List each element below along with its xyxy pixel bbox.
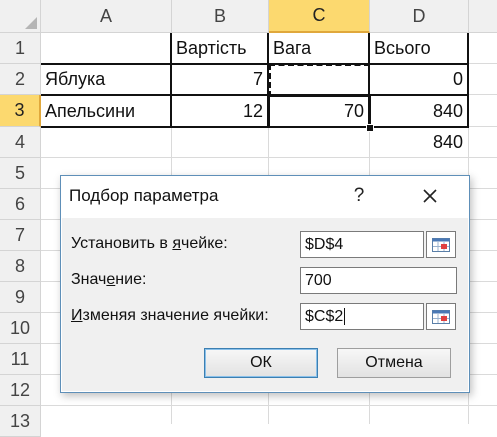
cell-b2[interactable]: 7 (172, 65, 267, 94)
column-header-a[interactable]: A (41, 0, 172, 33)
cell-d4[interactable]: 840 (370, 127, 467, 157)
ok-button[interactable]: ОК (204, 348, 318, 378)
set-cell-label-text: Установить в (71, 235, 173, 252)
cell-d3[interactable]: 840 (370, 96, 467, 126)
value-label: Значение: (71, 271, 146, 289)
row-header-3[interactable]: 3 (0, 95, 41, 127)
set-cell-input[interactable]: $D$4 (300, 231, 424, 258)
collapse-dialog-icon (432, 237, 450, 252)
cell-b1[interactable]: Вартість (172, 34, 268, 63)
cancel-button[interactable]: Отмена (337, 348, 451, 378)
gridline (41, 405, 497, 406)
value-label-hotkey: е (106, 271, 116, 288)
column-header-d[interactable]: D (370, 0, 469, 33)
row-header-13[interactable]: 13 (0, 406, 41, 437)
set-cell-label: Установить в ячейке: (71, 235, 228, 253)
cell-d2[interactable]: 0 (370, 65, 467, 94)
active-cell-border (268, 95, 371, 128)
row-header-7[interactable]: 7 (0, 220, 41, 251)
copy-marquee (269, 64, 370, 97)
set-cell-ref-button[interactable] (426, 231, 456, 258)
value-label-text-end: ние: (115, 271, 147, 288)
changing-cell-label-text-end: зменяя значение ячейки: (82, 307, 269, 324)
goal-seek-dialog: Подбор параметра ? Установить в ячейке: … (60, 175, 470, 393)
value-input[interactable]: 700 (300, 267, 457, 294)
column-header-b[interactable]: B (172, 0, 269, 33)
changing-cell-ref-button[interactable] (426, 303, 456, 330)
row-header-6[interactable]: 6 (0, 189, 41, 220)
changing-cell-label: Изменяя значение ячейки: (71, 307, 269, 325)
column-header-c[interactable]: C (269, 0, 370, 33)
changing-cell-value: $C$2 (305, 307, 344, 325)
text-caret (344, 308, 346, 325)
value-label-text: Знач (71, 271, 107, 288)
row-header-9[interactable]: 9 (0, 282, 41, 313)
gridline (41, 157, 497, 158)
cell-a3[interactable]: Апельсини (41, 96, 170, 126)
changing-cell-input[interactable]: $C$2 (300, 303, 424, 330)
cell-d1[interactable]: Всього (370, 34, 467, 63)
fill-handle[interactable] (366, 124, 374, 132)
set-cell-label-hotkey: я (172, 235, 182, 252)
row-header-1[interactable]: 1 (0, 33, 41, 64)
close-icon (423, 189, 437, 203)
select-all-corner[interactable] (0, 0, 41, 33)
set-cell-label-text-end: чейке: (181, 235, 228, 252)
row-header-12[interactable]: 12 (0, 375, 41, 406)
help-button[interactable]: ? (344, 182, 374, 210)
table-border (467, 33, 469, 128)
cell-a2[interactable]: Яблука (41, 65, 170, 94)
cell-b3[interactable]: 12 (172, 96, 267, 126)
row-header-4[interactable]: 4 (0, 127, 41, 158)
row-header-8[interactable]: 8 (0, 251, 41, 282)
cell-c1[interactable]: Вага (269, 34, 368, 63)
column-header-e[interactable] (469, 0, 497, 33)
row-header-2[interactable]: 2 (0, 64, 41, 95)
row-header-11[interactable]: 11 (0, 344, 41, 375)
dialog-title: Подбор параметра (69, 186, 219, 205)
row-header-10[interactable]: 10 (0, 313, 41, 344)
changing-cell-label-hotkey: И (71, 307, 83, 324)
close-button[interactable] (413, 182, 447, 210)
collapse-dialog-icon (432, 309, 450, 324)
row-header-5[interactable]: 5 (0, 158, 41, 189)
